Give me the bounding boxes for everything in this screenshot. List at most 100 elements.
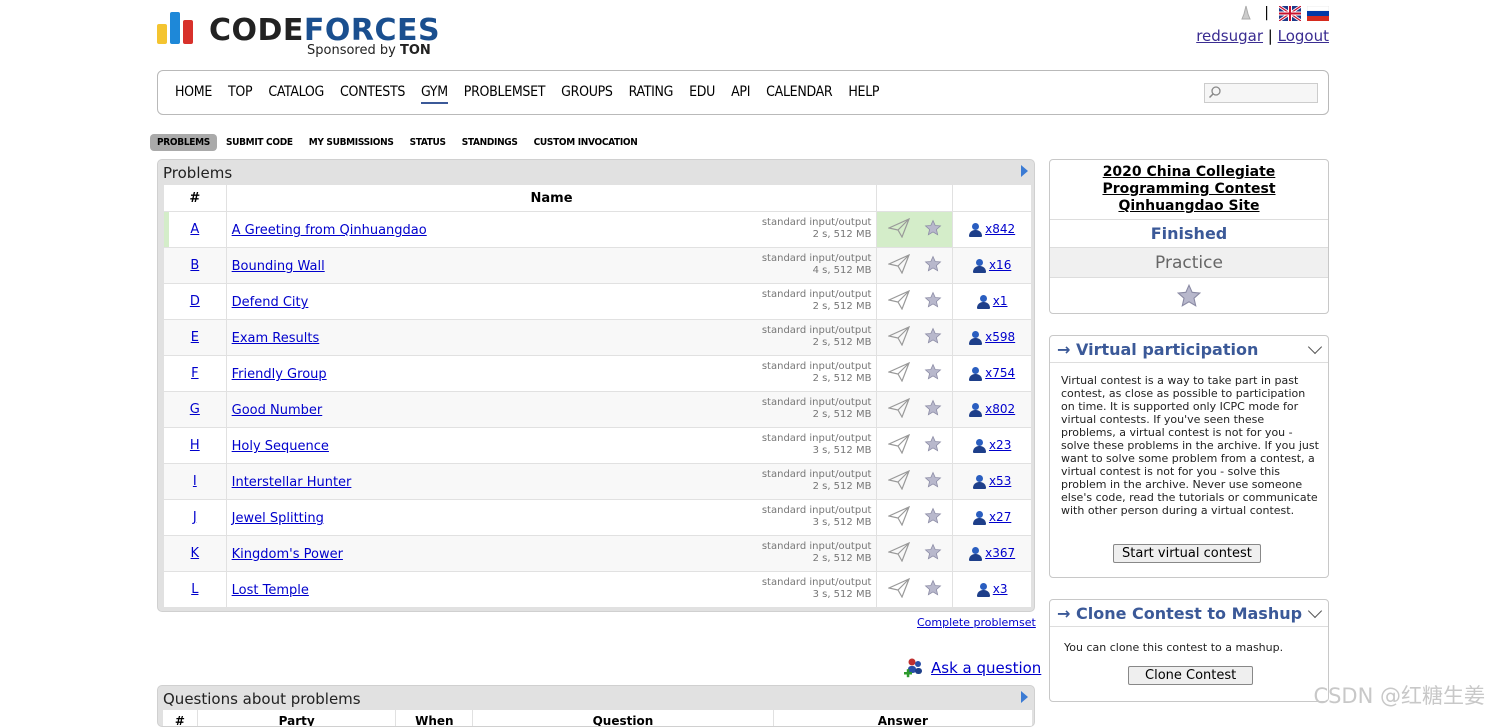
problem-name-link[interactable]: Good Number bbox=[232, 403, 323, 418]
chevron-down-icon[interactable] bbox=[1307, 603, 1323, 619]
solved-count-link[interactable]: x53 bbox=[989, 474, 1011, 488]
tab-problems[interactable]: PROBLEMS bbox=[150, 134, 217, 151]
expand-arrow-icon[interactable] bbox=[1021, 165, 1028, 177]
problem-name-link[interactable]: Lost Temple bbox=[232, 583, 309, 598]
solved-count-link[interactable]: x23 bbox=[989, 438, 1011, 452]
problem-io: standard input/output bbox=[761, 253, 872, 264]
problem-name-link[interactable]: Jewel Splitting bbox=[232, 511, 324, 526]
problem-index-link[interactable]: L bbox=[191, 582, 198, 597]
problem-index-link[interactable]: G bbox=[190, 402, 200, 417]
virtual-participation-title: → Virtual participation bbox=[1057, 340, 1259, 359]
tab-my-submissions[interactable]: MY SUBMISSIONS bbox=[302, 134, 401, 151]
submit-plane-icon[interactable] bbox=[886, 469, 910, 494]
solved-count-link[interactable]: x754 bbox=[985, 366, 1015, 380]
submit-plane-icon[interactable] bbox=[886, 325, 910, 350]
menu-edu[interactable]: EDU bbox=[689, 84, 715, 104]
solved-count-link[interactable]: x1 bbox=[993, 294, 1008, 308]
problem-row: B Bounding Wall standard input/output 4 s, … bbox=[163, 247, 1032, 284]
favorite-star-icon[interactable] bbox=[924, 327, 942, 349]
problem-index-link[interactable]: H bbox=[190, 438, 200, 453]
solved-count-link[interactable]: x27 bbox=[989, 510, 1011, 524]
submit-plane-icon[interactable] bbox=[886, 289, 910, 314]
logout-link[interactable]: Logout bbox=[1278, 27, 1329, 45]
favorite-star-icon[interactable] bbox=[924, 579, 942, 601]
problem-index-cell: G bbox=[163, 391, 227, 428]
solved-count-link[interactable]: x3 bbox=[993, 582, 1008, 596]
problem-name-link[interactable]: Holy Sequence bbox=[232, 439, 329, 454]
favorite-star-icon[interactable] bbox=[924, 363, 942, 385]
problem-name-link[interactable]: Friendly Group bbox=[232, 367, 327, 382]
menu-top[interactable]: TOP bbox=[228, 84, 253, 104]
contest-title-link[interactable]: 2020 China Collegiate Programming Contes… bbox=[1102, 164, 1275, 214]
problem-name-link[interactable]: Bounding Wall bbox=[232, 259, 325, 274]
tab-custom-invocation[interactable]: CUSTOM INVOCATION bbox=[527, 134, 645, 151]
tab-status[interactable]: STATUS bbox=[403, 134, 453, 151]
favorite-star-icon[interactable] bbox=[924, 255, 942, 277]
favorite-star-icon[interactable] bbox=[924, 471, 942, 493]
favorite-star-icon[interactable] bbox=[924, 291, 942, 313]
clone-contest-button[interactable]: Clone Contest bbox=[1128, 666, 1254, 685]
ask-question-link[interactable]: Ask a question bbox=[931, 659, 1041, 677]
problem-index-link[interactable]: J bbox=[193, 510, 197, 525]
submit-plane-icon[interactable] bbox=[886, 361, 910, 386]
problem-time-memory: 2 s, 512 MB bbox=[812, 481, 872, 492]
english-flag-icon[interactable] bbox=[1279, 5, 1301, 21]
russian-flag-icon[interactable] bbox=[1307, 5, 1329, 21]
submit-plane-icon[interactable] bbox=[886, 253, 910, 278]
codeforces-logo[interactable]: CODEFORCES Sponsored by TON bbox=[157, 10, 447, 60]
problem-index-link[interactable]: I bbox=[193, 474, 197, 489]
problem-time-memory: 2 s, 512 MB bbox=[812, 229, 872, 240]
problem-name-link[interactable]: A Greeting from Qinhuangdao bbox=[232, 223, 427, 238]
submit-plane-icon[interactable] bbox=[886, 217, 910, 242]
problem-name-link[interactable]: Defend City bbox=[232, 295, 309, 310]
problem-name-link[interactable]: Interstellar Hunter bbox=[232, 475, 352, 490]
menu-contests[interactable]: CONTESTS bbox=[340, 84, 405, 104]
favorite-star-icon[interactable] bbox=[924, 543, 942, 565]
notification-bell-icon[interactable] bbox=[1238, 5, 1254, 21]
favorite-star-icon[interactable] bbox=[924, 399, 942, 421]
tab-submit-code[interactable]: SUBMIT CODE bbox=[219, 134, 300, 151]
menu-problemset[interactable]: PROBLEMSET bbox=[464, 84, 546, 104]
complete-problemset-link[interactable]: Complete problemset bbox=[917, 616, 1036, 629]
favorite-star-icon[interactable] bbox=[1176, 283, 1202, 309]
solved-count-link[interactable]: x598 bbox=[985, 330, 1015, 344]
problem-index-link[interactable]: A bbox=[190, 222, 199, 237]
menu-help[interactable]: HELP bbox=[848, 84, 879, 104]
submit-plane-icon[interactable] bbox=[886, 541, 910, 566]
start-virtual-contest-button[interactable]: Start virtual contest bbox=[1113, 544, 1261, 563]
menu-calendar[interactable]: CALENDAR bbox=[766, 84, 833, 104]
menu-home[interactable]: HOME bbox=[175, 84, 212, 104]
ask-question[interactable]: Ask a question bbox=[903, 657, 1041, 679]
favorite-star-icon[interactable] bbox=[924, 435, 942, 457]
submit-plane-icon[interactable] bbox=[886, 397, 910, 422]
search-input[interactable] bbox=[1204, 83, 1318, 103]
menu-catalog[interactable]: CATALOG bbox=[268, 84, 324, 104]
solved-count-link[interactable]: x16 bbox=[989, 258, 1011, 272]
favorite-star-icon[interactable] bbox=[924, 507, 942, 529]
solved-count-link[interactable]: x367 bbox=[985, 546, 1015, 560]
solved-count-link[interactable]: x802 bbox=[985, 402, 1015, 416]
problem-index-link[interactable]: K bbox=[191, 546, 200, 561]
submit-plane-icon[interactable] bbox=[886, 577, 910, 602]
menu-rating[interactable]: RATING bbox=[629, 84, 674, 104]
chevron-down-icon[interactable] bbox=[1307, 339, 1323, 355]
username-link[interactable]: redsugar bbox=[1196, 27, 1263, 45]
contest-status: Finished bbox=[1050, 219, 1328, 248]
problem-index-link[interactable]: F bbox=[191, 366, 198, 381]
tab-standings[interactable]: STANDINGS bbox=[455, 134, 525, 151]
contest-title: 2020 China Collegiate Programming Contes… bbox=[1050, 164, 1328, 215]
problem-index-link[interactable]: B bbox=[190, 258, 199, 273]
solved-count-link[interactable]: x842 bbox=[985, 222, 1015, 236]
favorite-star-icon[interactable] bbox=[924, 219, 942, 241]
menu-groups[interactable]: GROUPS bbox=[561, 84, 613, 104]
menu-api[interactable]: API bbox=[731, 84, 750, 104]
submit-plane-icon[interactable] bbox=[886, 505, 910, 530]
problem-index-link[interactable]: D bbox=[190, 294, 200, 309]
expand-arrow-icon[interactable] bbox=[1021, 691, 1028, 703]
submit-plane-icon[interactable] bbox=[886, 433, 910, 458]
problem-name-link[interactable]: Exam Results bbox=[232, 331, 320, 346]
menu-gym[interactable]: GYM bbox=[421, 84, 448, 104]
problem-index-link[interactable]: E bbox=[191, 330, 199, 345]
problem-name-link[interactable]: Kingdom's Power bbox=[232, 547, 343, 562]
q-col-index: # bbox=[163, 710, 198, 726]
